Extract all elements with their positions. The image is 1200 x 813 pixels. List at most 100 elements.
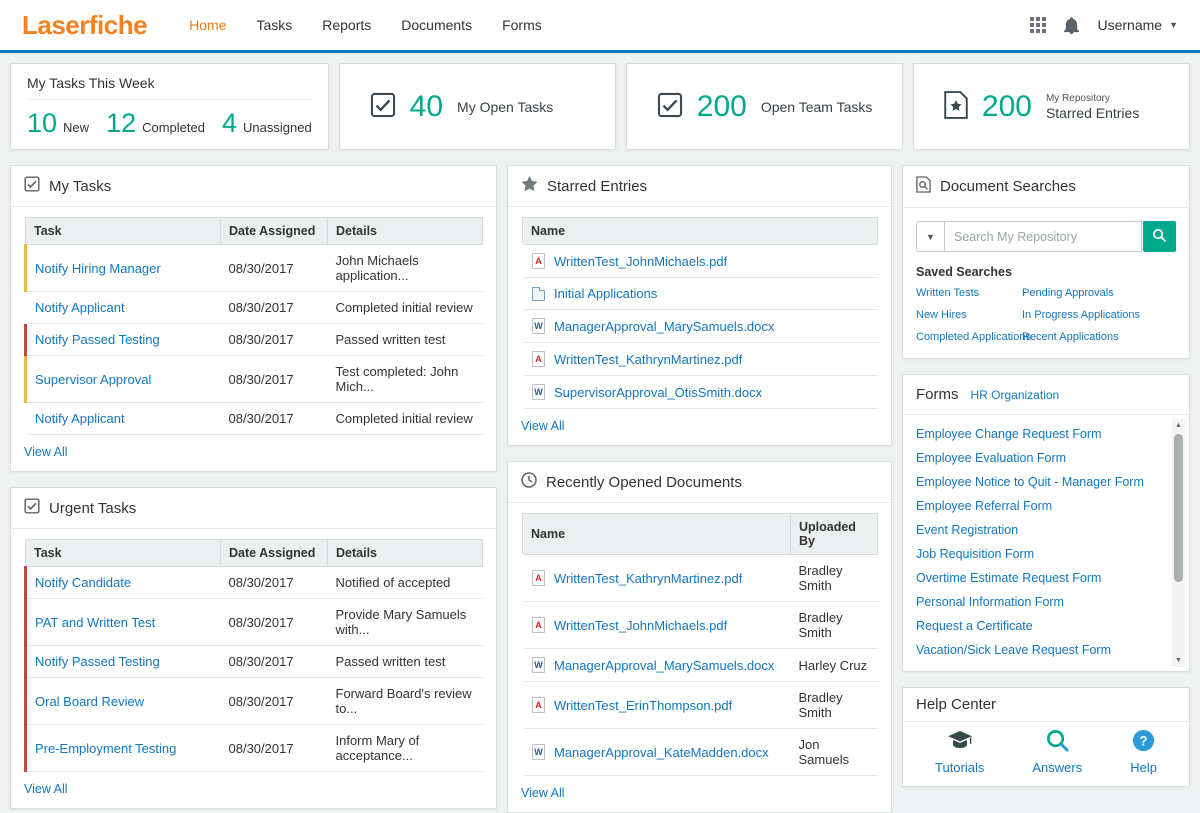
form-link[interactable]: Vacation/Sick Leave Request Form	[916, 638, 1163, 662]
document-link[interactable]: WrittenTest_KathrynMartinez.pdf	[554, 571, 742, 586]
form-link[interactable]: Request a Certificate	[916, 614, 1163, 638]
saved-search-link[interactable]: In Progress Applications	[1022, 309, 1176, 321]
search-input[interactable]	[945, 221, 1142, 252]
table-row[interactable]: WrittenTest_ErinThompson.pdf Bradley Smi…	[522, 681, 878, 729]
document-link[interactable]: ManagerApproval_KateMadden.docx	[554, 745, 769, 760]
form-link[interactable]: Event Registration	[916, 518, 1163, 542]
document-link[interactable]: WrittenTest_JohnMichaels.pdf	[554, 618, 727, 633]
user-menu[interactable]: Username ▼	[1097, 17, 1178, 33]
form-link[interactable]: Job Requisition Form	[916, 542, 1163, 566]
task-link[interactable]: Supervisor Approval	[35, 372, 151, 387]
table-row[interactable]: WrittenTest_KathrynMartinez.pdf Bradley …	[522, 554, 878, 602]
table-row[interactable]: Initial Applications	[522, 277, 878, 310]
table-row[interactable]: Notify Passed Testing 08/30/2017 Passed …	[24, 323, 483, 356]
task-link[interactable]: Notify Passed Testing	[35, 654, 160, 669]
scroll-up-icon[interactable]: ▲	[1172, 419, 1185, 432]
table-row[interactable]: ManagerApproval_MarySamuels.docx Harley …	[522, 648, 878, 682]
help-item-label: Help	[1130, 760, 1157, 775]
table-row[interactable]: ManagerApproval_MarySamuels.docx	[522, 309, 878, 343]
task-link[interactable]: Notify Candidate	[35, 575, 131, 590]
table-row[interactable]: WrittenTest_JohnMichaels.pdf	[522, 244, 878, 278]
form-link[interactable]: Personal Information Form	[916, 590, 1163, 614]
task-details: Completed initial review	[327, 402, 483, 435]
metric-value: 40	[409, 89, 444, 123]
search-button[interactable]	[1143, 221, 1176, 252]
help-items: Tutorials Answers ? Help	[903, 722, 1189, 786]
notifications-bell-icon[interactable]	[1064, 16, 1080, 34]
table-row[interactable]: Oral Board Review 08/30/2017 Forward Boa…	[24, 677, 483, 725]
help-item-help[interactable]: ? Help	[1130, 729, 1157, 775]
entry-link[interactable]: ManagerApproval_MarySamuels.docx	[554, 319, 774, 334]
saved-search-link[interactable]: Completed Applications	[916, 331, 1031, 343]
search-scope-dropdown[interactable]: ▼	[916, 221, 945, 252]
hr-organization-link[interactable]: HR Organization	[971, 388, 1060, 402]
help-item-answers[interactable]: Answers	[1032, 729, 1082, 775]
laserfiche-logo[interactable]: Laserfiche	[22, 10, 148, 41]
folder-icon	[532, 286, 545, 301]
task-link[interactable]: Oral Board Review	[35, 694, 144, 709]
view-all-link[interactable]: View All	[24, 445, 68, 459]
table-row[interactable]: ManagerApproval_KateMadden.docx Jon Samu…	[522, 728, 878, 776]
panel-title: Document Searches	[940, 178, 1076, 195]
view-all-link[interactable]: View All	[24, 782, 68, 796]
urgent-tasks-table: Task Date Assigned Details Notify Candid…	[24, 539, 483, 772]
document-link[interactable]: WrittenTest_ErinThompson.pdf	[554, 698, 732, 713]
saved-search-link[interactable]: Pending Approvals	[1022, 287, 1176, 299]
form-link[interactable]: Employee Referral Form	[916, 494, 1163, 518]
nav-item-tasks[interactable]: Tasks	[256, 17, 292, 33]
table-row[interactable]: WrittenTest_JohnMichaels.pdf Bradley Smi…	[522, 601, 878, 649]
task-link[interactable]: Notify Hiring Manager	[35, 261, 161, 276]
navbar-right: Username ▼	[1030, 16, 1178, 34]
my-open-tasks-card[interactable]: 40 My Open Tasks	[338, 63, 616, 150]
nav-item-reports[interactable]: Reports	[322, 17, 371, 33]
help-item-label: Tutorials	[935, 760, 985, 775]
table-row[interactable]: Notify Hiring Manager 08/30/2017 John Mi…	[24, 244, 483, 292]
task-link[interactable]: PAT and Written Test	[35, 615, 155, 630]
saved-search-link[interactable]: New Hires	[916, 309, 1020, 321]
task-date: 08/30/2017	[220, 677, 328, 725]
form-link[interactable]: Employee Evaluation Form	[916, 446, 1163, 470]
saved-search-link[interactable]: Written Tests	[916, 287, 1020, 299]
table-row[interactable]: Pre-Employment Testing 08/30/2017 Inform…	[24, 724, 483, 772]
entry-link[interactable]: WrittenTest_KathrynMartinez.pdf	[554, 352, 742, 367]
table-row[interactable]: Supervisor Approval 08/30/2017 Test comp…	[24, 355, 483, 403]
table-row[interactable]: SupervisorApproval_OtisSmith.docx	[522, 375, 878, 409]
table-row[interactable]: Notify Applicant 08/30/2017 Completed in…	[25, 291, 483, 324]
main-nav: Home Tasks Reports Documents Forms	[189, 17, 542, 33]
scroll-down-icon[interactable]: ▼	[1172, 654, 1185, 667]
forms-scrollbar[interactable]: ▲ ▼	[1172, 419, 1185, 667]
open-team-tasks-card[interactable]: 200 Open Team Tasks	[625, 63, 903, 150]
task-date: 08/30/2017	[220, 598, 328, 646]
nav-item-documents[interactable]: Documents	[401, 17, 472, 33]
nav-item-forms[interactable]: Forms	[502, 17, 542, 33]
task-link[interactable]: Pre-Employment Testing	[35, 741, 176, 756]
saved-search-link[interactable]: Recent Applications	[1022, 331, 1176, 343]
form-link[interactable]: Employee Notice to Quit - Manager Form	[916, 470, 1163, 494]
card-title: My Tasks This Week	[27, 75, 312, 100]
table-row[interactable]: Notify Applicant 08/30/2017 Completed in…	[25, 402, 483, 435]
form-link[interactable]: Overtime Estimate Request Form	[916, 566, 1163, 590]
starred-entries-panel: Starred Entries Name WrittenTest_JohnMic…	[507, 165, 892, 446]
table-row[interactable]: PAT and Written Test 08/30/2017 Provide …	[24, 598, 483, 646]
task-link[interactable]: Notify Passed Testing	[35, 332, 160, 347]
document-link[interactable]: ManagerApproval_MarySamuels.docx	[554, 658, 774, 673]
entry-link[interactable]: WrittenTest_JohnMichaels.pdf	[554, 254, 727, 269]
task-link[interactable]: Notify Applicant	[35, 300, 125, 315]
column-header: Task	[25, 217, 221, 245]
view-all-link[interactable]: View All	[521, 786, 565, 800]
table-row[interactable]: Notify Passed Testing 08/30/2017 Passed …	[24, 645, 483, 678]
entry-link[interactable]: Initial Applications	[554, 286, 657, 301]
task-link[interactable]: Notify Applicant	[35, 411, 125, 426]
form-link[interactable]: Employee Change Request Form	[916, 422, 1163, 446]
metric-label: My Repository Starred Entries	[1046, 93, 1139, 121]
nav-item-home[interactable]: Home	[189, 17, 226, 33]
entry-link[interactable]: SupervisorApproval_OtisSmith.docx	[554, 385, 762, 400]
app-grid-icon[interactable]	[1030, 17, 1047, 33]
help-item-tutorials[interactable]: Tutorials	[935, 731, 984, 775]
column-header: Details	[327, 539, 483, 567]
scrollbar-thumb[interactable]	[1174, 434, 1183, 582]
view-all-link[interactable]: View All	[521, 419, 565, 433]
starred-entries-card[interactable]: 200 My Repository Starred Entries	[912, 63, 1190, 150]
table-row[interactable]: Notify Candidate 08/30/2017 Notified of …	[24, 566, 483, 599]
table-row[interactable]: WrittenTest_KathrynMartinez.pdf	[522, 342, 878, 376]
